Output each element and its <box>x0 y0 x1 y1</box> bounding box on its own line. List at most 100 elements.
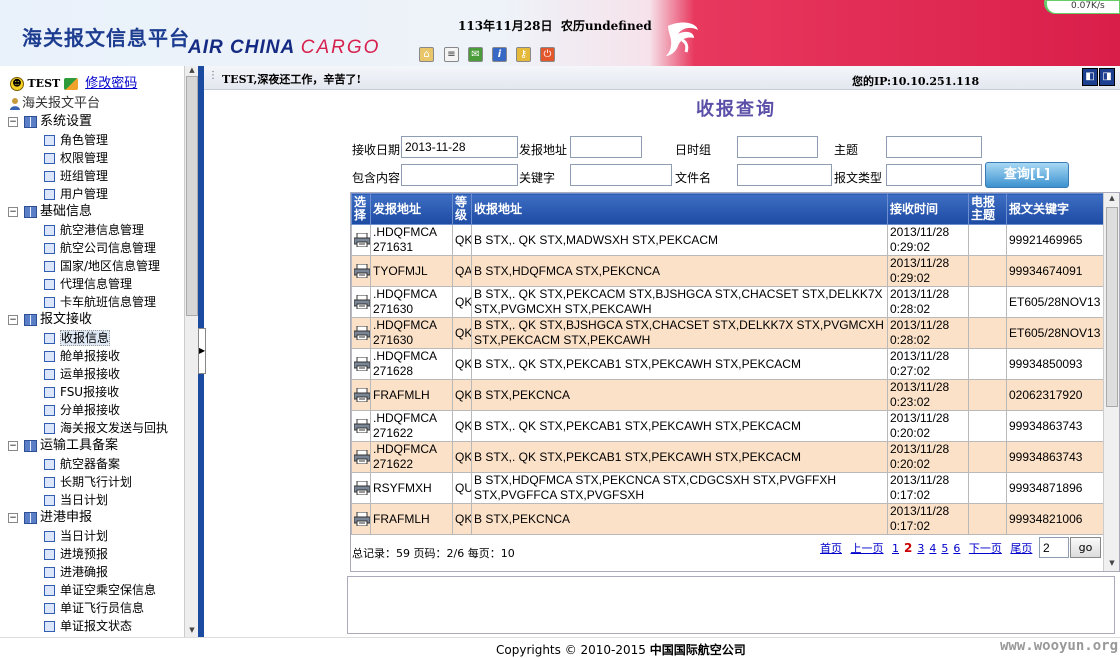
home-icon[interactable]: ⌂ <box>419 47 434 62</box>
collapse-toggle-icon[interactable]: − <box>8 513 18 523</box>
go-button[interactable]: go <box>1070 537 1101 558</box>
col-header-keyword[interactable]: 报文关键字 <box>1006 193 1104 225</box>
select-cell[interactable] <box>351 410 371 442</box>
select-cell[interactable] <box>351 472 371 504</box>
table-row[interactable]: .HDQFMCA 271622 QK B STX,. QK STX,PEKCAB1 S… <box>351 410 1104 442</box>
scroll-down-icon[interactable]: ▼ <box>186 626 198 636</box>
tree-item[interactable]: 卡车航班信息管理 <box>6 293 184 311</box>
tree-item[interactable]: 当日计划 <box>6 491 184 509</box>
col-header-recv-time[interactable]: 接收时间 <box>887 193 969 225</box>
collapse-toggle-icon[interactable]: − <box>8 207 18 217</box>
collapse-toggle-icon[interactable]: − <box>8 315 18 325</box>
select-cell[interactable] <box>351 286 371 318</box>
tree-item[interactable]: FSU报接收 <box>6 383 184 401</box>
keyword-input[interactable] <box>570 164 672 186</box>
mail-icon[interactable]: ✉ <box>468 47 483 62</box>
select-cell[interactable] <box>351 317 371 349</box>
col-header-level[interactable]: 等级 <box>452 193 472 225</box>
printer-icon[interactable] <box>353 294 370 310</box>
tree-item[interactable]: 角色管理 <box>6 131 184 149</box>
page-number-link[interactable]: 5 <box>941 542 948 555</box>
tree-item[interactable]: 单证飞行员信息 <box>6 599 184 617</box>
info-icon[interactable]: i <box>492 47 507 62</box>
select-cell[interactable] <box>351 441 371 473</box>
tree-item[interactable]: 单证报文状态 <box>6 617 184 635</box>
select-cell[interactable] <box>351 379 371 411</box>
page-number-link[interactable]: 3 <box>917 542 924 555</box>
sidebar-scrollbar[interactable]: ▲ ▼ <box>184 66 198 637</box>
select-cell[interactable] <box>351 503 371 535</box>
table-row[interactable]: .HDQFMCA 271628 QK B STX,. QK STX,PEKCAB1 S… <box>351 348 1104 380</box>
page-number-link[interactable]: 6 <box>953 542 960 555</box>
select-cell[interactable] <box>351 224 371 256</box>
tree-item[interactable]: 航空港信息管理 <box>6 221 184 239</box>
page-number-input[interactable]: 2 <box>1039 537 1069 558</box>
tree-item[interactable]: 分单报接收 <box>6 401 184 419</box>
tree-item[interactable]: 权限管理 <box>6 149 184 167</box>
first-page-link[interactable]: 首页 <box>820 542 842 555</box>
send-addr-input[interactable] <box>570 136 642 158</box>
table-row[interactable]: .HDQFMCA 271631 QK B STX,. QK STX,MADWSXH S… <box>351 224 1104 256</box>
tree-item[interactable]: 舱单报接收 <box>6 347 184 365</box>
sidebar-scroll-thumb[interactable] <box>186 76 198 316</box>
select-cell[interactable] <box>351 255 371 287</box>
exit-icon[interactable]: ⏻ <box>540 47 555 62</box>
tree-group-4[interactable]: − 进港申报 <box>6 509 184 527</box>
page-number-link[interactable]: 4 <box>929 542 936 555</box>
collapse-toggle-icon[interactable]: − <box>8 117 18 127</box>
filename-input[interactable] <box>737 164 832 186</box>
tree-item[interactable]: 航空公司信息管理 <box>6 239 184 257</box>
grid-scroll-thumb[interactable] <box>1106 207 1118 407</box>
maximize-window-icon[interactable]: ◨ <box>1099 68 1115 86</box>
grid-scroll-down-icon[interactable]: ▼ <box>1106 559 1118 569</box>
notepad-icon[interactable]: ≡ <box>444 47 459 62</box>
collapse-toggle-icon[interactable]: − <box>8 441 18 451</box>
last-page-link[interactable]: 尾页 <box>1010 542 1032 555</box>
tree-item[interactable]: 进港确报 <box>6 563 184 581</box>
next-page-link[interactable]: 下一页 <box>969 542 1002 555</box>
tree-item[interactable]: 航空器备案 <box>6 455 184 473</box>
msgtype-input[interactable] <box>886 164 982 186</box>
tree-item[interactable]: 海关报文发送与回执 <box>6 419 184 437</box>
tree-item[interactable]: 单证空乘空保信息 <box>6 581 184 599</box>
table-row[interactable]: .HDQFMCA 271630 QK B STX,. QK STX,PEKCACM S… <box>351 286 1104 318</box>
tree-root-item[interactable]: 海关报文平台 <box>6 95 184 113</box>
tree-item[interactable]: 进境预报 <box>6 545 184 563</box>
col-header-to[interactable]: 收报地址 <box>471 193 888 225</box>
tree-group-2[interactable]: − 报文接收 <box>6 311 184 329</box>
tree-item[interactable]: 运单报接收 <box>6 365 184 383</box>
tree-group-3[interactable]: − 运输工具备案 <box>6 437 184 455</box>
table-row[interactable]: FRAFMLH QK B STX,PEKCNCA 2013/11/28 0:17:02 9… <box>351 503 1104 535</box>
collapse-sidebar-icon[interactable]: ▶ <box>198 328 206 374</box>
printer-icon[interactable] <box>353 263 370 279</box>
col-header-from[interactable]: 发报地址 <box>370 193 453 225</box>
printer-icon[interactable] <box>353 480 370 496</box>
grid-scroll-up-icon[interactable]: ▲ <box>1106 194 1118 204</box>
printer-icon[interactable] <box>353 387 370 403</box>
printer-icon[interactable] <box>353 232 370 248</box>
tree-item[interactable]: 国家/地区信息管理 <box>6 257 184 275</box>
page-number-link[interactable]: 1 <box>892 542 899 555</box>
tree-item[interactable]: 当日计划 <box>6 527 184 545</box>
key-icon[interactable]: ⚷ <box>516 47 531 62</box>
table-row[interactable]: TYOFMJL QA B STX,HDQFMCA STX,PEKCNCA 2013/1… <box>351 255 1104 287</box>
change-password-link[interactable]: 修改密码 <box>85 76 137 91</box>
tree-item[interactable]: 班组管理 <box>6 167 184 185</box>
table-row[interactable]: FRAFMLH QK B STX,PEKCNCA 2013/11/28 0:23:02 0… <box>351 379 1104 411</box>
printer-icon[interactable] <box>353 418 370 434</box>
tree-item[interactable]: 用户管理 <box>6 185 184 203</box>
select-cell[interactable] <box>351 348 371 380</box>
subject-input[interactable] <box>886 136 982 158</box>
tree-item[interactable]: 收报信息 <box>6 329 184 347</box>
printer-icon[interactable] <box>353 356 370 372</box>
grid-scrollbar[interactable]: ▲ ▼ <box>1103 193 1119 571</box>
table-row[interactable]: .HDQFMCA 271622 QK B STX,. QK STX,PEKCAB1 S… <box>351 441 1104 473</box>
restore-window-icon[interactable]: ◧ <box>1082 68 1098 86</box>
table-row[interactable]: .HDQFMCA 271630 QK B STX,. QK STX,BJSHGCA S… <box>351 317 1104 349</box>
prev-page-link[interactable]: 上一页 <box>851 542 884 555</box>
query-button[interactable]: 查询[L] <box>985 162 1069 188</box>
tree-item[interactable]: 代理信息管理 <box>6 275 184 293</box>
tree-group-1[interactable]: − 基础信息 <box>6 203 184 221</box>
scroll-up-icon[interactable]: ▲ <box>186 66 198 76</box>
recv-date-input[interactable]: 2013-11-28 <box>401 136 518 158</box>
